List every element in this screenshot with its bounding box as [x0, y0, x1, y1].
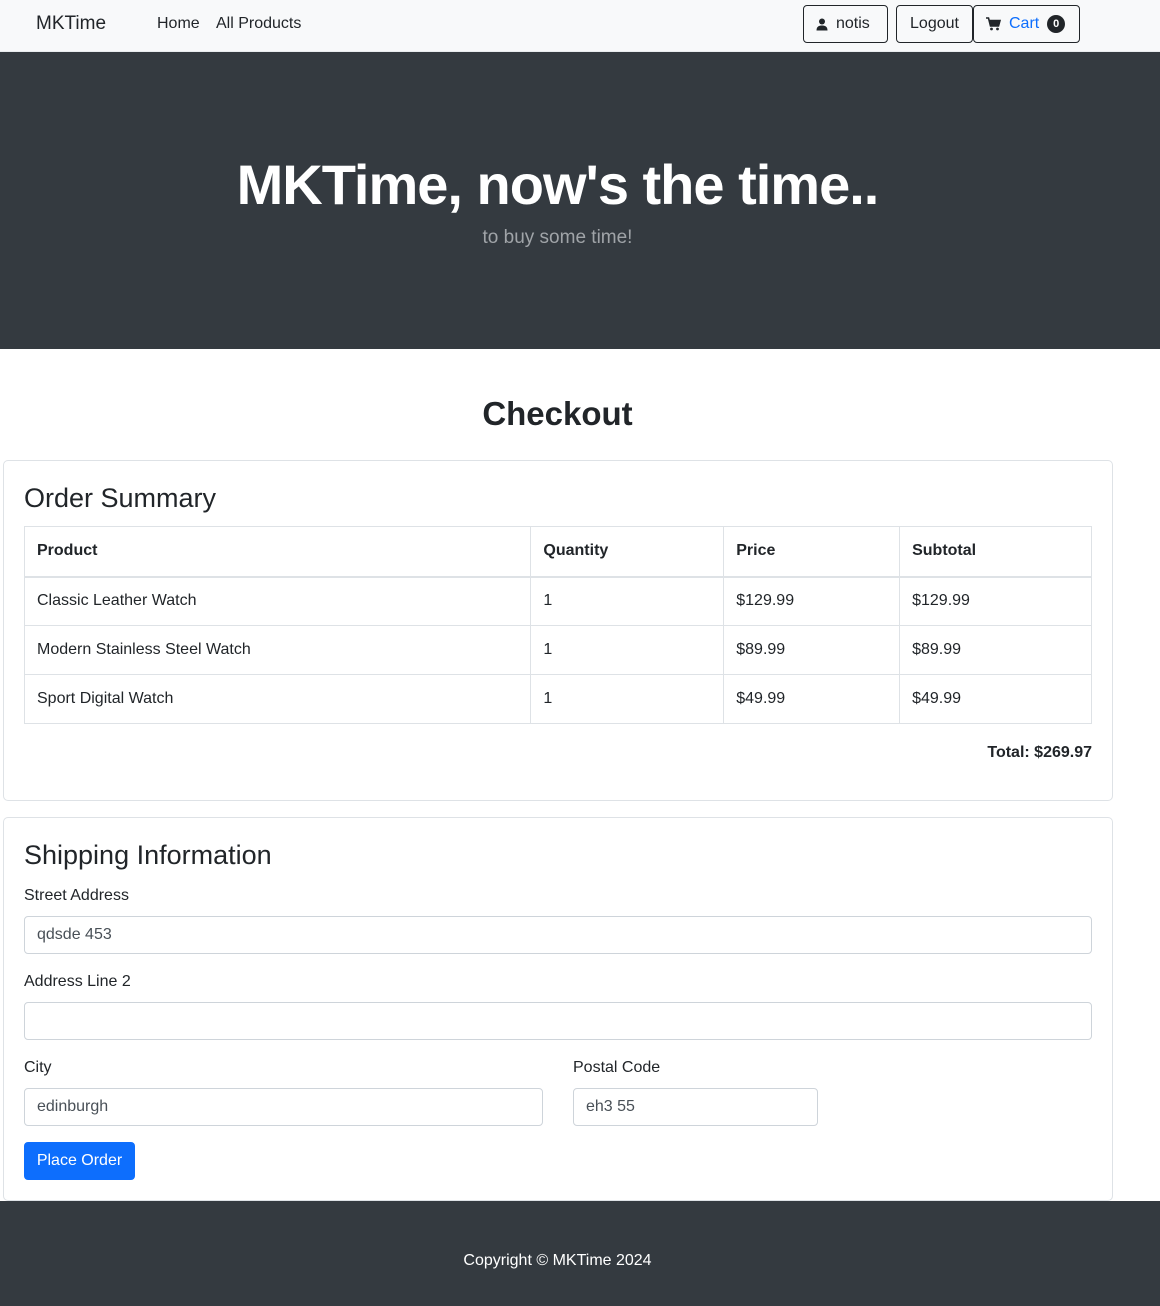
postal-code-label: Postal Code [573, 1059, 661, 1076]
order-summary-heading: Order Summary [24, 483, 217, 513]
price-cell: $129.99 [723, 576, 901, 626]
cart-label: Cart [1009, 15, 1040, 32]
table-row: Sport Digital Watch 1 $49.99 $49.99 [23, 674, 1092, 724]
footer: Copyright © MKTime 2024 [0, 1201, 1160, 1306]
column-header-quantity: Quantity [530, 526, 725, 578]
quantity-cell: 1 [530, 674, 725, 724]
user-button[interactable]: notis [803, 5, 888, 43]
city-label: City [24, 1059, 52, 1076]
product-name-cell: Classic Leather Watch [23, 576, 532, 626]
postal-code-input[interactable] [573, 1088, 818, 1126]
address-line-2-label: Address Line 2 [24, 973, 131, 990]
order-summary-card: Order Summary Product Quantity Price Sub… [3, 460, 1113, 801]
navbar: MKTime Home All Products notis Logout Ca… [0, 0, 1160, 52]
quantity-cell: 1 [530, 576, 725, 626]
city-input[interactable] [24, 1088, 543, 1126]
hero-banner: MKTime, now's the time.. to buy some tim… [0, 52, 1160, 349]
cart-icon [986, 17, 1001, 31]
street-address-label: Street Address [24, 887, 129, 904]
user-name-label: notis [836, 15, 870, 32]
subtotal-cell: $89.99 [899, 625, 1092, 675]
page-title: Checkout [482, 395, 633, 432]
copyright-text: Copyright © MKTime 2024 [463, 1252, 652, 1269]
quantity-cell: 1 [530, 625, 725, 675]
order-total: Total: $269.97 [987, 744, 1092, 761]
street-address-input[interactable] [24, 916, 1092, 954]
column-header-subtotal: Subtotal [899, 526, 1092, 578]
nav-link-home[interactable]: Home [157, 15, 200, 33]
shipping-card: Shipping Information Street Address Addr… [3, 817, 1113, 1201]
price-cell: $89.99 [723, 625, 901, 675]
table-row: Modern Stainless Steel Watch 1 $89.99 $8… [23, 625, 1092, 675]
subtotal-cell: $49.99 [899, 674, 1092, 724]
address-line-2-input[interactable] [24, 1002, 1092, 1040]
cart-count-badge: 0 [1047, 15, 1066, 33]
nav-link-all-products[interactable]: All Products [216, 15, 301, 33]
subtotal-cell: $129.99 [899, 576, 1092, 626]
column-header-product: Product [23, 526, 532, 578]
order-table: Product Quantity Price Subtotal Classic … [23, 526, 1092, 724]
hero-title: MKTime, now's the time.. [236, 153, 880, 216]
product-name-cell: Modern Stainless Steel Watch [23, 625, 532, 675]
table-header-row: Product Quantity Price Subtotal [23, 526, 1092, 578]
cart-button[interactable]: Cart 0 [973, 5, 1080, 43]
product-name-cell: Sport Digital Watch [23, 674, 532, 724]
brand-link[interactable]: MKTime [36, 13, 106, 35]
logout-button[interactable]: Logout [896, 5, 973, 43]
shipping-heading: Shipping Information [24, 840, 272, 870]
column-header-price: Price [723, 526, 901, 578]
place-order-button[interactable]: Place Order [24, 1142, 135, 1180]
price-cell: $49.99 [723, 674, 901, 724]
hero-subtitle: to buy some time! [482, 227, 633, 248]
table-row: Classic Leather Watch 1 $129.99 $129.99 [23, 576, 1092, 626]
user-icon [816, 18, 828, 30]
